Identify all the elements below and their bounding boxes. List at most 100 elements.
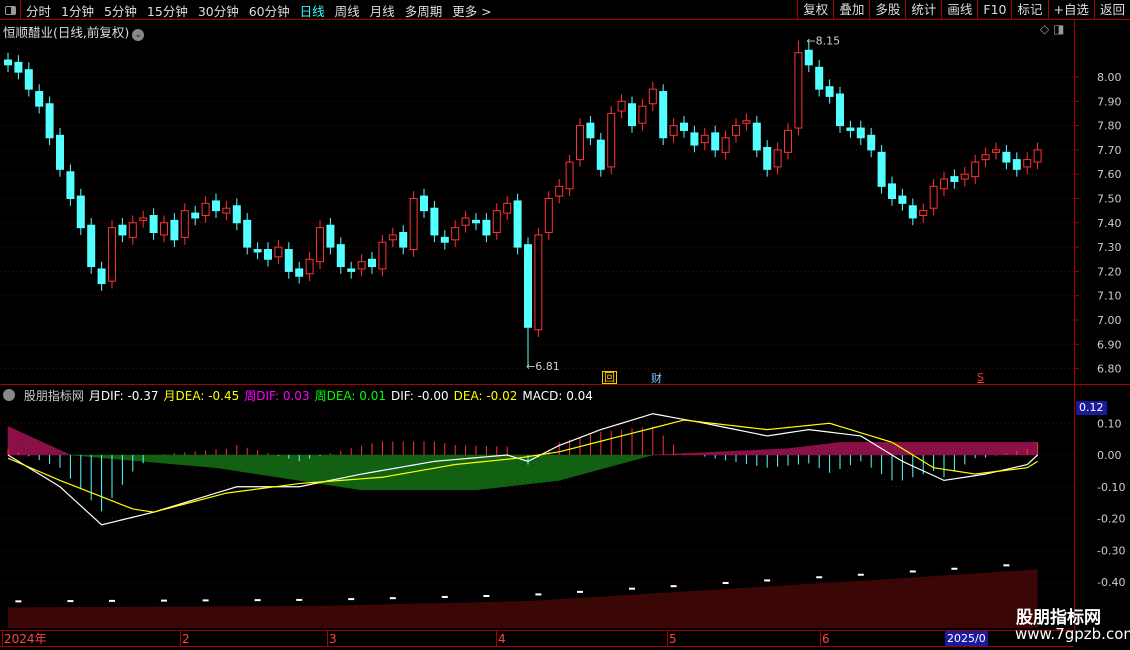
monthly-dot	[722, 581, 729, 584]
monthly-dot	[109, 599, 115, 602]
weekly-band	[579, 454, 591, 476]
weekly-band	[80, 454, 92, 458]
candle-body	[357, 261, 366, 270]
weekly-band	[111, 454, 123, 460]
candle-body	[492, 210, 501, 234]
price-tick: 7.40	[1097, 217, 1122, 230]
weekly-band	[704, 451, 716, 456]
candle-body	[648, 88, 657, 105]
weekly-band	[163, 454, 175, 465]
weekly-band	[725, 450, 737, 456]
monthly-dot	[296, 598, 303, 601]
weekly-band	[18, 430, 30, 456]
candle-body	[742, 120, 751, 124]
candle-body	[825, 86, 834, 97]
marker-hui[interactable]: 回	[602, 371, 617, 384]
macd-tick: -0.10	[1097, 481, 1125, 494]
candle-body	[253, 249, 262, 253]
monthly-dot	[161, 599, 167, 602]
weekly-band	[569, 454, 581, 478]
candle-body	[960, 173, 969, 180]
candle-body	[97, 268, 106, 285]
candle-body	[940, 178, 948, 190]
weekly-band	[215, 454, 227, 470]
candle-body	[482, 219, 491, 236]
weekly-band	[870, 442, 882, 456]
indicator-name[interactable]: 股朋指标网	[24, 389, 84, 403]
candle-body	[524, 244, 532, 328]
candle-body	[628, 103, 636, 127]
marker-s[interactable]: S	[977, 371, 984, 384]
legend-item: 周DEA: 0.01	[314, 389, 386, 403]
monthly-area	[8, 569, 1038, 628]
weekly-band	[746, 449, 758, 456]
candle-body	[284, 249, 293, 272]
weekly-band	[142, 454, 154, 463]
candle-body	[555, 185, 564, 197]
candle-body	[877, 151, 886, 187]
candle-body	[336, 244, 345, 268]
candle-body	[804, 49, 813, 66]
weekly-band	[787, 447, 799, 456]
candle-body	[45, 103, 54, 139]
weekly-band	[912, 442, 924, 456]
weekly-band	[278, 454, 290, 480]
candle-body	[118, 224, 127, 236]
monthly-dot	[670, 585, 677, 588]
price-tick: 7.50	[1097, 193, 1122, 206]
price-tick: 7.30	[1097, 241, 1122, 254]
weekly-band	[70, 454, 82, 457]
monthly-dot	[816, 576, 823, 579]
chart-canvas[interactable]: 8.00 7.90 7.80 7.70 7.60 7.50 7.40 7.30 7.20 7.10…	[0, 0, 1130, 650]
weekly-band	[964, 442, 976, 456]
candle-body	[721, 137, 730, 153]
candle-body	[711, 132, 720, 151]
weekly-band	[798, 445, 810, 456]
candle-body	[1002, 151, 1011, 163]
weekly-band	[1006, 442, 1018, 456]
weekly-band	[860, 442, 872, 456]
monthly-dot	[202, 599, 209, 602]
weekly-band	[184, 454, 196, 467]
candle-body	[66, 171, 75, 200]
candle-body	[836, 93, 844, 127]
weekly-band	[683, 452, 695, 456]
candle-body	[898, 195, 907, 204]
candle-body	[856, 127, 865, 139]
macd-tick: -0.40	[1097, 576, 1125, 589]
candle-body	[24, 69, 33, 90]
weekly-band	[548, 454, 560, 482]
weekly-band	[465, 454, 477, 491]
candle-body	[544, 198, 553, 234]
monthly-dot	[483, 595, 490, 598]
weekly-band	[413, 454, 425, 491]
price-tick: 6.90	[1097, 338, 1122, 351]
candle-body	[222, 207, 231, 214]
weekly-band	[101, 454, 113, 459]
weekly-band	[808, 444, 820, 456]
chevron-down-icon[interactable]	[3, 389, 15, 401]
weekly-band	[954, 442, 966, 456]
weekly-band	[1016, 442, 1028, 456]
weekly-band	[850, 442, 862, 456]
x-label: 6	[820, 631, 830, 647]
candle-body	[440, 236, 449, 243]
weekly-band	[194, 454, 206, 468]
weekly-band	[558, 454, 570, 481]
candle-body	[617, 100, 626, 112]
marker-cai[interactable]: 财	[651, 370, 662, 386]
candle-body	[430, 207, 439, 236]
candle-body	[243, 219, 252, 248]
weekly-band	[7, 426, 19, 456]
x-axis: 2024年 2 3 4 5 6	[0, 630, 1074, 647]
weekly-band	[475, 454, 487, 491]
price-tick: 7.20	[1097, 265, 1122, 278]
candle-body	[992, 149, 1000, 153]
candle-body	[76, 195, 85, 229]
weekly-band	[340, 454, 352, 489]
candle-body	[513, 200, 522, 248]
weekly-band	[132, 454, 144, 462]
candle-body	[586, 122, 595, 139]
weekly-band	[933, 442, 945, 456]
candle-body	[908, 205, 917, 219]
